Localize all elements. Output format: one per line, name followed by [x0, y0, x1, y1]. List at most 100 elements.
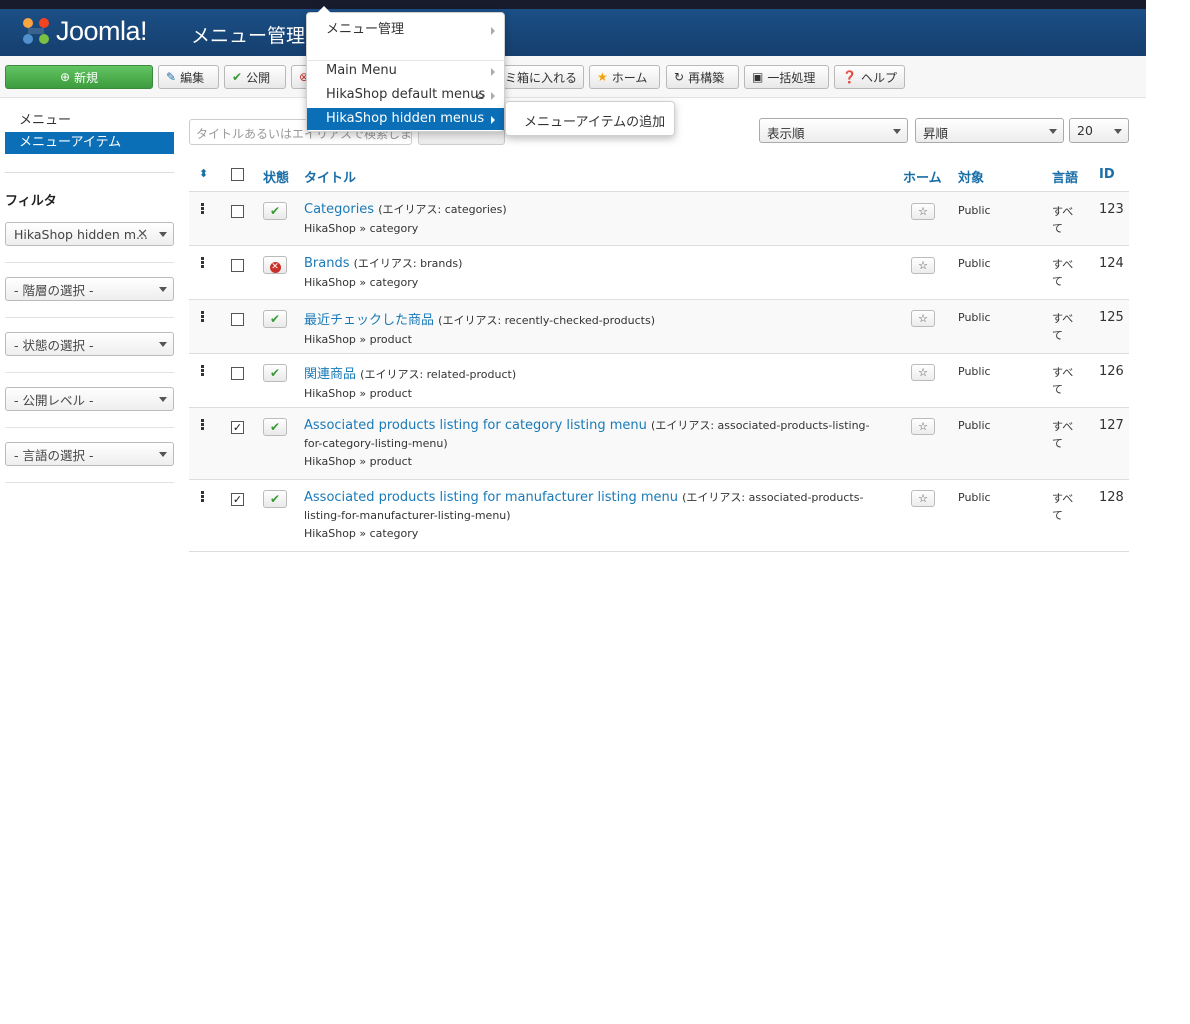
- item-title-link[interactable]: 最近チェックした商品: [304, 313, 434, 328]
- edit-button[interactable]: ✎ 編集: [158, 65, 219, 89]
- joomla-logo[interactable]: Joomla!: [20, 15, 148, 47]
- chevron-down-icon: [159, 232, 167, 237]
- alias-text: brands): [420, 257, 463, 270]
- check-icon: ✔: [269, 204, 281, 218]
- item-title-link[interactable]: 関連商品: [304, 367, 356, 382]
- access-text: Public: [958, 419, 991, 432]
- id-text: 127: [1099, 418, 1124, 433]
- unpublished-toggle[interactable]: ✕: [263, 256, 287, 274]
- table-row[interactable]: ✓ ✔ Associated products listing for cate…: [189, 408, 1129, 480]
- id-text: 123: [1099, 202, 1124, 217]
- row-checkbox[interactable]: [231, 259, 244, 272]
- batch-button[interactable]: ▣ 一括処理: [744, 65, 829, 89]
- language-text: すべて: [1052, 205, 1074, 235]
- header-status[interactable]: 状態: [263, 167, 289, 186]
- chevron-right-icon: [491, 116, 495, 124]
- publish-button[interactable]: ✔ 公開: [224, 65, 286, 89]
- toolbar: ⊕ 新規 ✎ 編集 ✔ 公開 ⊗ ミ箱に入れる ★ ホーム ↻ 再構築 ▣ 一括処理 ❓ ヘル…: [0, 56, 1146, 98]
- direction-select[interactable]: 昇順: [915, 118, 1064, 143]
- trash-button[interactable]: ミ箱に入れる: [497, 65, 584, 89]
- logo-text: Joomla!: [56, 15, 148, 46]
- row-checkbox[interactable]: [231, 367, 244, 380]
- ordering-select[interactable]: 表示順: [759, 118, 908, 143]
- chevron-right-icon: [491, 68, 495, 76]
- drag-handle-icon[interactable]: [201, 257, 204, 269]
- chevron-down-icon: [159, 452, 167, 457]
- item-title-link[interactable]: Associated products listing for manufact…: [304, 490, 678, 505]
- item-title-link[interactable]: Associated products listing for category…: [304, 418, 647, 433]
- dropdown-item-main-menu[interactable]: Main Menu: [307, 60, 504, 82]
- title-cell: Brands (エイリアス: brands) HikaShop » catego…: [304, 255, 874, 289]
- dropdown-item-hikashop-hidden[interactable]: HikaShop hidden menus: [307, 108, 504, 130]
- home-star-button[interactable]: ☆: [911, 310, 935, 327]
- header-language[interactable]: 言語: [1052, 167, 1078, 186]
- header-home[interactable]: ホーム: [903, 167, 942, 186]
- filter-divider: [5, 317, 174, 318]
- submenu-item-add-menu-item[interactable]: メニューアイテムの追加: [524, 111, 665, 130]
- dropdown-item-menu-manager[interactable]: メニュー管理: [307, 19, 504, 41]
- published-toggle[interactable]: ✔: [263, 202, 287, 220]
- header-access[interactable]: 対象: [958, 167, 984, 186]
- sort-icon[interactable]: ⬍: [199, 167, 208, 180]
- home-star-button[interactable]: ☆: [911, 418, 935, 435]
- home-star-button[interactable]: ☆: [911, 203, 935, 220]
- row-checkbox[interactable]: [231, 313, 244, 326]
- table-row[interactable]: ✔ 最近チェックした商品 (エイリアス: recently-checked-pr…: [189, 300, 1129, 354]
- limit-select[interactable]: 20: [1069, 118, 1129, 143]
- alias-text: recently-checked-products): [504, 314, 656, 327]
- check-icon: ✔: [269, 366, 281, 380]
- title-cell: Associated products listing for category…: [304, 417, 874, 471]
- menu-filter-select[interactable]: HikaShop hidden m... ✕: [5, 222, 174, 246]
- home-star-button[interactable]: ☆: [911, 257, 935, 274]
- home-button[interactable]: ★ ホーム: [589, 65, 660, 89]
- dropdown-item-hikashop-default[interactable]: HikaShop default menus ⌂: [307, 84, 504, 106]
- check-icon: ✔: [269, 420, 281, 434]
- item-title-link[interactable]: Categories: [304, 202, 374, 217]
- select-all-checkbox[interactable]: [231, 168, 244, 181]
- published-toggle[interactable]: ✔: [263, 310, 287, 328]
- home-star-button[interactable]: ☆: [911, 490, 935, 507]
- published-toggle[interactable]: ✔: [263, 490, 287, 508]
- chevron-down-icon: [1114, 129, 1122, 134]
- sidebar-item-menu-items[interactable]: メニューアイテム: [5, 132, 174, 154]
- dropdown-arrow: [317, 6, 331, 13]
- table-row[interactable]: ✕ Brands (エイリアス: brands) HikaShop » cate…: [189, 246, 1129, 300]
- language-filter-select[interactable]: - 言語の選択 -: [5, 442, 174, 466]
- chevron-right-icon: [491, 92, 495, 100]
- drag-handle-icon[interactable]: [201, 311, 204, 323]
- language-text: すべて: [1052, 366, 1074, 396]
- clear-icon[interactable]: ✕: [137, 227, 148, 242]
- sidebar-divider: [5, 172, 174, 173]
- table-row[interactable]: ✓ ✔ Associated products listing for manu…: [189, 480, 1129, 552]
- title-cell: 最近チェックした商品 (エイリアス: recently-checked-prod…: [304, 309, 874, 346]
- item-title-link[interactable]: Brands: [304, 256, 350, 271]
- help-button[interactable]: ❓ ヘルプ: [834, 65, 905, 89]
- header-id[interactable]: ID: [1099, 167, 1115, 182]
- drag-handle-icon[interactable]: [201, 491, 204, 503]
- sidebar-item-menus[interactable]: メニュー: [5, 110, 174, 132]
- level-filter-select[interactable]: - 階層の選択 -: [5, 277, 174, 301]
- alias-prefix: (エイリアス:: [682, 491, 749, 504]
- alias-prefix: (エイリアス:: [360, 368, 427, 381]
- refresh-icon: ↻: [674, 70, 685, 84]
- status-filter-select[interactable]: - 状態の選択 -: [5, 332, 174, 356]
- drag-handle-icon[interactable]: [201, 203, 204, 215]
- header-title[interactable]: タイトル: [304, 167, 356, 186]
- row-checkbox-checked[interactable]: ✓: [231, 493, 244, 506]
- rebuild-button[interactable]: ↻ 再構築: [666, 65, 739, 89]
- access-filter-select[interactable]: - 公開レベル -: [5, 387, 174, 411]
- published-toggle[interactable]: ✔: [263, 418, 287, 436]
- new-button[interactable]: ⊕ 新規: [5, 65, 153, 89]
- component-text: HikaShop » category: [304, 527, 419, 540]
- published-toggle[interactable]: ✔: [263, 364, 287, 382]
- table-row[interactable]: ✔ Categories (エイリアス: categories) HikaSho…: [189, 192, 1129, 246]
- row-checkbox[interactable]: [231, 205, 244, 218]
- title-cell: 関連商品 (エイリアス: related-product) HikaShop »…: [304, 363, 874, 400]
- alias-text: categories): [444, 203, 507, 216]
- table-row[interactable]: ✔ 関連商品 (エイリアス: related-product) HikaShop…: [189, 354, 1129, 408]
- drag-handle-icon[interactable]: [201, 365, 204, 377]
- chevron-down-icon: [159, 397, 167, 402]
- row-checkbox-checked[interactable]: ✓: [231, 421, 244, 434]
- drag-handle-icon[interactable]: [201, 419, 204, 431]
- home-star-button[interactable]: ☆: [911, 364, 935, 381]
